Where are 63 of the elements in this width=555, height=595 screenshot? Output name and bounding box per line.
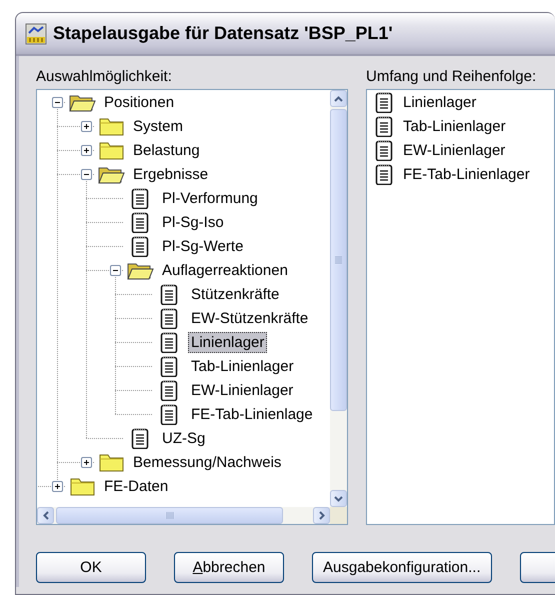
tree-item[interactable]: Pl-Sg-Werte: [159, 236, 246, 256]
caret-up-icon[interactable]: [334, 96, 343, 102]
folder-icon: [97, 140, 125, 160]
expand-icon[interactable]: [80, 144, 92, 156]
tree-item[interactable]: Stützenkräfte: [188, 284, 282, 304]
window-title: Stapelausgabe für Datensatz 'BSP_PL1': [53, 23, 393, 44]
list-item[interactable]: Linienlager: [403, 94, 476, 110]
expand-icon[interactable]: [80, 120, 92, 132]
scrollbar-corner: [330, 507, 347, 524]
tree-item[interactable]: Pl-Verformung: [159, 188, 261, 208]
document-icon: [160, 331, 178, 353]
scroll-down-button[interactable]: [330, 490, 347, 507]
tree-item[interactable]: Pl-Sg-Iso: [159, 212, 227, 232]
scroll-left-button[interactable]: [37, 507, 54, 524]
tree-item[interactable]: FE-Tab-Linienlage: [188, 404, 316, 424]
scroll-up-button[interactable]: [330, 90, 347, 107]
document-icon: [160, 283, 178, 305]
scroll-thumb[interactable]: [330, 109, 347, 411]
document-icon: [160, 403, 178, 425]
tree-item[interactable]: Linienlager: [188, 332, 268, 352]
document-icon: [160, 307, 178, 329]
folder-icon: [68, 476, 96, 496]
list-item[interactable]: FE-Tab-Linienlager: [403, 166, 530, 182]
caret-down-icon[interactable]: [334, 496, 343, 502]
tree-item[interactable]: Positionen: [101, 92, 178, 112]
dialog-button[interactable]: Ausgabekonfiguration...: [312, 552, 492, 583]
list-item[interactable]: Tab-Linienlager: [403, 118, 506, 134]
document-icon: [160, 379, 178, 401]
dialog-button[interactable]: OK: [36, 552, 146, 583]
expand-icon[interactable]: [52, 480, 62, 492]
dialog-button[interactable]: Abbrechen: [174, 552, 284, 583]
tree-item[interactable]: FE-Daten: [101, 476, 172, 496]
tree-item[interactable]: Ergebnisse: [130, 164, 212, 184]
document-icon: [131, 187, 149, 209]
collapse-icon[interactable]: [110, 264, 120, 276]
document-icon: [160, 355, 178, 377]
document-icon: [375, 115, 393, 137]
document-icon: [375, 139, 393, 161]
list-item[interactable]: EW-Linienlager: [403, 142, 506, 158]
tree-item[interactable]: EW-Linienlager: [188, 380, 296, 400]
tree-item[interactable]: Bemessung/Nachweis: [130, 452, 284, 472]
section-label: Auswahlmöglichkeit:: [36, 68, 173, 85]
section-label: Umfang und Reihenfolge:: [366, 68, 538, 85]
folder-icon: [97, 116, 125, 136]
folder-icon: [97, 452, 125, 472]
document-icon: [131, 235, 149, 257]
tree-item[interactable]: Auflagerreaktionen: [159, 260, 291, 280]
collapse-icon[interactable]: [80, 168, 92, 180]
caret-right-icon[interactable]: [318, 511, 324, 520]
caret-left-icon[interactable]: [42, 511, 48, 520]
tree-item[interactable]: EW-Stützenkräfte: [188, 308, 312, 328]
expand-icon[interactable]: [80, 456, 92, 468]
tree-item[interactable]: Belastung: [130, 140, 203, 160]
scroll-thumb[interactable]: [56, 507, 283, 524]
scroll-right-button[interactable]: [313, 507, 330, 524]
tree-item[interactable]: Tab-Linienlager: [188, 356, 297, 376]
document-icon: [375, 163, 393, 185]
document-icon: [131, 427, 149, 449]
app-icon: [25, 22, 47, 44]
collapse-icon[interactable]: [52, 96, 62, 108]
tree-item[interactable]: System: [130, 116, 186, 136]
tree-item[interactable]: UZ-Sg: [159, 428, 208, 448]
document-icon: [131, 211, 149, 233]
